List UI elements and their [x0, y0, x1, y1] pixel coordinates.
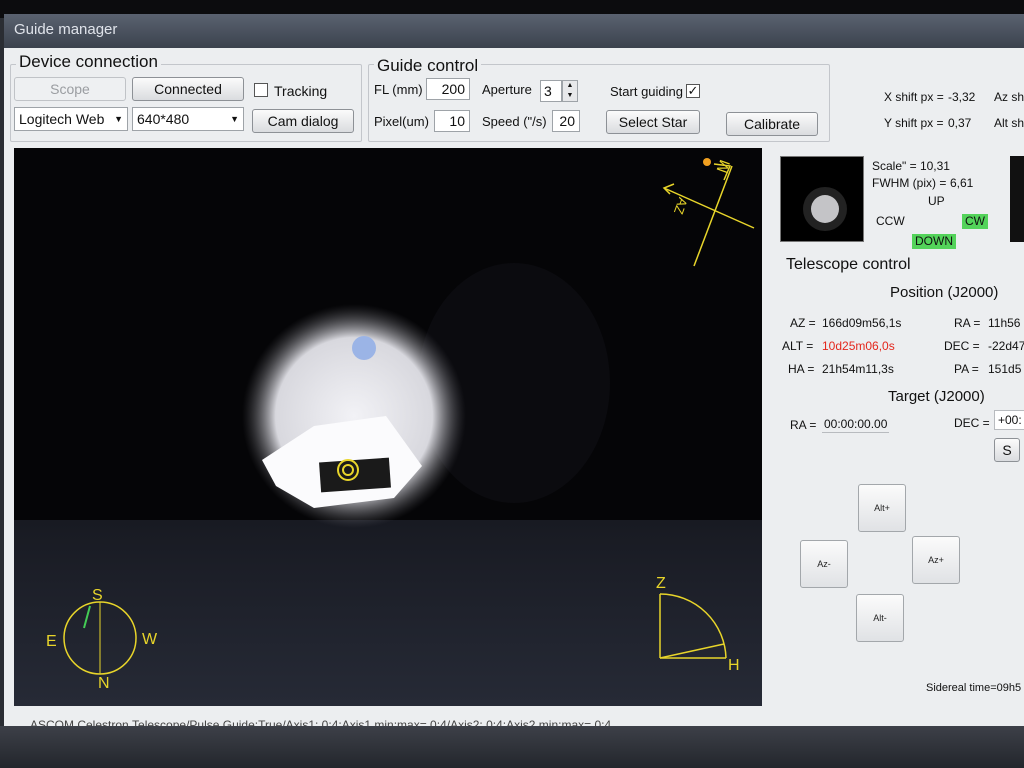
camera-select-value: Logitech Web	[19, 111, 105, 127]
ccw-label: CCW	[876, 214, 905, 228]
aperture-label: Aperture	[482, 82, 532, 97]
ha-label: HA =	[788, 362, 815, 376]
down-indicator: DOWN	[912, 234, 956, 249]
az-value: 166d09m56,1s	[822, 316, 902, 330]
alt-minus-button[interactable]: Alt-	[856, 594, 904, 642]
window-title: Guide manager	[14, 21, 118, 38]
target-dec-input[interactable]: +00:	[994, 410, 1024, 430]
status-bar: ASCOM.Celestron.Telescope/Pulse Guide:Tr…	[30, 718, 612, 726]
resolution-select-value: 640*480	[137, 111, 190, 127]
alt-plus-button[interactable]: Alt+	[858, 484, 906, 532]
sidereal-time: Sidereal time=09h5	[926, 682, 1022, 694]
cam-dialog-button[interactable]: Cam dialog	[252, 109, 354, 133]
secondary-thumbnail	[1010, 156, 1024, 242]
guide-control-title: Guide control	[374, 56, 482, 76]
start-guiding-label: Start guiding	[610, 84, 683, 99]
aperture-input[interactable]: 3	[540, 80, 562, 102]
slew-button[interactable]: S	[994, 438, 1020, 462]
compass-west-label: W	[142, 631, 158, 648]
select-star-button[interactable]: Select Star	[606, 110, 700, 134]
az-shift-label: Az shi	[994, 90, 1024, 104]
y-shift-label: Y shift px =	[884, 116, 944, 130]
alt-label: ALT =	[782, 339, 814, 353]
az-label: AZ =	[790, 316, 816, 330]
up-label: UP	[928, 194, 945, 208]
dec-label: DEC =	[944, 339, 980, 353]
az-plus-button[interactable]: Az+	[912, 536, 960, 584]
guide-manager-window: Guide manager Device connection Scope Co…	[4, 14, 1024, 726]
pa-label: PA =	[954, 362, 979, 376]
az-minus-button[interactable]: Az-	[800, 540, 848, 588]
calibrate-button[interactable]: Calibrate	[726, 112, 818, 136]
target-ra-input[interactable]: 00:00:00.00	[822, 416, 890, 433]
star-thumbnail-graphics	[803, 187, 847, 231]
x-shift-label: X shift px =	[884, 90, 944, 104]
pa-value: 151d5	[988, 362, 1022, 376]
camera-preview[interactable]: M AZ S N E W Z H	[14, 148, 762, 706]
pixel-label: Pixel(um)	[374, 114, 429, 129]
cw-indicator: CW	[962, 214, 988, 229]
position-title: Position (J2000)	[890, 284, 999, 301]
device-connection-title: Device connection	[16, 52, 161, 72]
speed-label: Speed ("/s)	[482, 114, 547, 129]
alt-shift-label: Alt shi	[994, 116, 1024, 130]
tracking-label: Tracking	[274, 83, 328, 99]
scope-button[interactable]: Scope	[14, 77, 126, 101]
camera-preview-graphics: M AZ S N E W Z H	[14, 148, 762, 706]
speed-input[interactable]: 20	[552, 110, 580, 132]
fwhm-label: FWHM (pix) =	[872, 176, 947, 190]
target-dec-label: DEC =	[954, 416, 990, 430]
x-shift-value: -3,32	[948, 90, 976, 104]
chevron-down-icon: ▼	[114, 114, 123, 124]
compass-south-label: S	[92, 587, 103, 604]
start-guiding-checkbox[interactable]: ✓	[686, 84, 700, 98]
dec-value: -22d47	[988, 339, 1024, 353]
ra-value: 11h56	[988, 316, 1021, 330]
fwhm-value: 6,61	[950, 176, 974, 190]
alt-value: 10d25m06,0s	[822, 339, 895, 353]
fl-input[interactable]: 200	[426, 78, 470, 100]
ra-label: RA =	[954, 316, 981, 330]
compass-north-label: N	[98, 675, 110, 692]
compass-east-label: E	[46, 633, 57, 650]
keyboard-surface	[0, 726, 1024, 768]
chevron-down-icon: ▼	[230, 114, 239, 124]
target-title: Target (J2000)	[888, 388, 985, 405]
tracking-checkbox[interactable]	[254, 83, 268, 97]
ha-value: 21h54m11,3s	[822, 362, 894, 376]
target-ra-label: RA =	[790, 418, 817, 432]
resolution-select[interactable]: 640*480 ▼	[132, 107, 244, 131]
title-bar: Guide manager	[4, 14, 1024, 48]
pixel-input[interactable]: 10	[434, 110, 470, 132]
camera-select[interactable]: Logitech Web ▼	[14, 107, 128, 131]
y-shift-value: 0,37	[948, 116, 972, 130]
star-thumbnail	[780, 156, 864, 242]
connected-button[interactable]: Connected	[132, 77, 244, 101]
quadrant-z-label: Z	[656, 575, 666, 592]
aperture-spinner[interactable]: ▲ ▼	[562, 80, 578, 102]
fl-label: FL (mm)	[374, 82, 423, 97]
telescope-control-title: Telescope control	[786, 256, 911, 273]
quadrant-h-label: H	[728, 657, 740, 674]
scale-readout: Scale" = 10,31	[872, 159, 950, 173]
